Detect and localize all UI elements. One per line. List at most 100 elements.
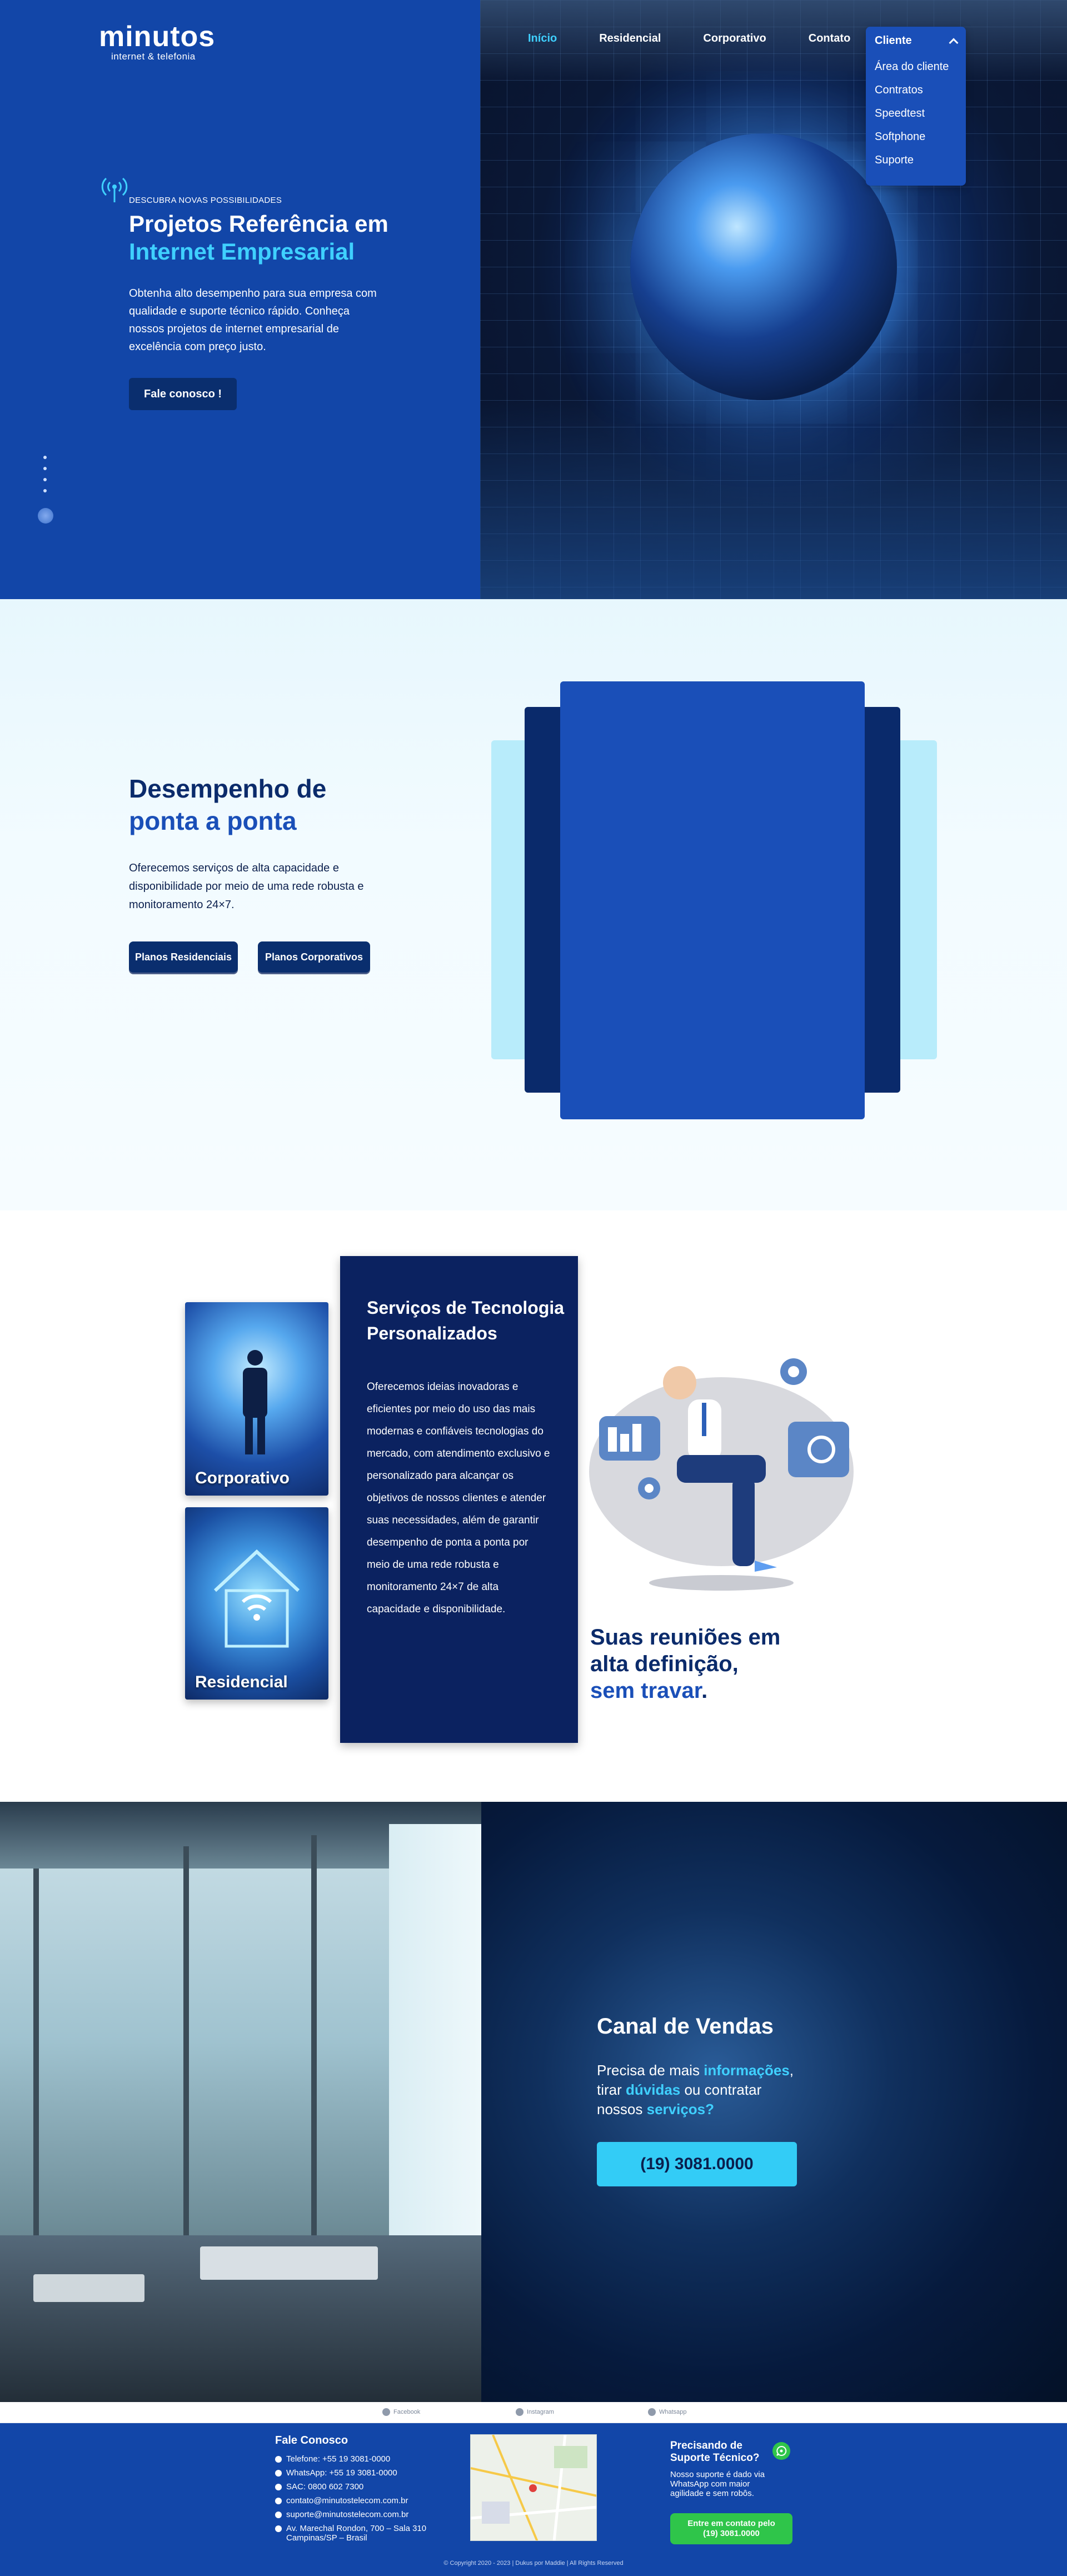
hero-text: Obtenha alto desempenho para sua empresa… <box>129 287 377 353</box>
footer-email-suporte[interactable]: suporte@minutostelecom.com.br <box>275 2510 442 2524</box>
sales-text-part: tirar <box>597 2081 626 2098</box>
support-btn-line1: Entre em contato pelo <box>687 2519 775 2528</box>
sales-text-part: ? <box>705 2101 715 2117</box>
mail-icon <box>275 2498 282 2504</box>
meetings-title-line1: Suas reuniões em <box>590 1625 781 1650</box>
footer-sac[interactable]: SAC: 0800 602 7300 <box>275 2482 442 2496</box>
footer-contact-list: Telefone: +55 19 3081-0000 WhatsApp: +55… <box>275 2454 442 2543</box>
location-pin-icon <box>275 2525 282 2532</box>
menu-item-area-do-cliente[interactable]: Área do cliente <box>875 55 957 78</box>
hero-eyebrow: DESCUBRA NOVAS POSSIBILIDADES <box>129 196 282 205</box>
footer-whatsapp-text: WhatsApp: +55 19 3081-0000 <box>286 2468 397 2478</box>
cliente-dropdown: Cliente Área do cliente Contratos Speedt… <box>866 27 966 186</box>
hero-title: Projetos Referência em Internet Empresar… <box>129 210 440 266</box>
menu-item-speedtest[interactable]: Speedtest <box>875 102 957 125</box>
support-btn-line2: (19) 3081.0000 <box>703 2529 760 2538</box>
chevron-up-icon <box>949 38 959 47</box>
card-front <box>560 681 865 1119</box>
sales-highlight-informacoes: informações <box>704 2062 790 2079</box>
sales-text-part: , <box>789 2062 794 2079</box>
support-title: Precisando de Suporte Técnico? <box>670 2440 760 2464</box>
copyright: © Copyright 2020 - 2023 | Dukus por Madd… <box>443 2560 624 2567</box>
footer-email-contato-text: contato@minutostelecom.com.br <box>286 2496 408 2505</box>
hero-title-line2: Internet Empresarial <box>129 238 355 265</box>
social-facebook[interactable]: Facebook <box>382 2408 420 2416</box>
video-meeting-illustration <box>589 1358 854 1591</box>
services-panel: Serviços de Tecnologia Personalizados Of… <box>340 1256 578 1743</box>
footer-address: Av. Marechal Rondon, 700 – Sala 310 Camp… <box>275 2524 442 2543</box>
meetings-title-line3: sem travar <box>590 1678 702 1703</box>
nav-contato[interactable]: Contato <box>809 32 851 45</box>
support-whatsapp-button[interactable]: Entre em contato pelo (19) 3081.0000 <box>670 2513 792 2544</box>
office-photo <box>0 1802 481 2402</box>
residencial-thumbnail[interactable]: Residencial <box>185 1507 328 1700</box>
cliente-dropdown-toggle[interactable]: Cliente <box>866 27 966 53</box>
residencial-label: Residencial <box>195 1673 288 1691</box>
sales-section <box>0 1802 1067 2402</box>
brand-logo[interactable]: minutos internet & telefonia <box>99 22 221 67</box>
meetings-title-line2: alta definição, <box>590 1652 739 1676</box>
footer-phone[interactable]: Telefone: +55 19 3081-0000 <box>275 2454 442 2468</box>
social-instagram-label: Instagram <box>527 2409 554 2415</box>
performance-title-line2: ponta a ponta <box>129 806 297 835</box>
menu-item-contratos[interactable]: Contratos <box>875 78 957 102</box>
social-whatsapp[interactable]: Whatsapp <box>648 2408 687 2416</box>
planos-corporativos-button[interactable]: Planos Corporativos <box>258 941 370 973</box>
footer-address-text: Av. Marechal Rondon, 700 – Sala 310 Camp… <box>286 2524 427 2543</box>
scroll-indicator-icon[interactable] <box>38 508 53 524</box>
whatsapp-icon[interactable] <box>772 2442 790 2460</box>
corporativo-thumbnail[interactable]: Corporativo <box>185 1302 328 1496</box>
cliente-label: Cliente <box>875 34 912 47</box>
signal-icon <box>101 177 128 202</box>
mail-icon <box>275 2512 282 2518</box>
fale-conosco-button[interactable]: Fale conosco ! <box>129 378 237 410</box>
whatsapp-icon <box>275 2470 282 2477</box>
sales-text-part: Precisa de mais <box>597 2062 704 2079</box>
nav-residencial[interactable]: Residencial <box>599 32 661 45</box>
social-whatsapp-label: Whatsapp <box>659 2409 687 2415</box>
services-title: Serviços de Tecnologia Personalizados <box>367 1298 565 1343</box>
whatsapp-small-icon <box>648 2408 656 2416</box>
map-graphic <box>471 2435 596 2540</box>
hero-title-line1: Projetos Referência em <box>129 211 388 237</box>
facebook-icon <box>382 2408 390 2416</box>
slider-dot[interactable] <box>43 467 47 470</box>
slider-dot[interactable] <box>43 478 47 481</box>
brand-tagline: internet & telefonia <box>111 51 196 62</box>
meetings-title: Suas reuniões em alta definição, sem tra… <box>590 1624 780 1704</box>
footer-contact-title: Fale Conosco <box>275 2434 348 2447</box>
planos-residenciais-button[interactable]: Planos Residenciais <box>129 941 238 973</box>
sales-text-part: nossos <box>597 2101 647 2117</box>
footer-email-contato[interactable]: contato@minutostelecom.com.br <box>275 2496 442 2510</box>
slider-dots <box>43 456 48 500</box>
nav-inicio[interactable]: Início <box>528 32 557 45</box>
meetings-title-dot: . <box>701 1678 708 1703</box>
location-map[interactable] <box>470 2434 597 2541</box>
nav-corporativo[interactable]: Corporativo <box>703 32 766 45</box>
hero-globe-image <box>480 0 1067 599</box>
menu-item-suporte[interactable]: Suporte <box>875 148 957 172</box>
corporativo-label: Corporativo <box>195 1469 290 1487</box>
sales-highlight-servicos: serviços <box>646 2101 706 2117</box>
sales-text-part: ou contratar <box>680 2081 762 2098</box>
performance-text: Oferecemos serviços de alta capacidade e… <box>129 862 364 911</box>
social-instagram[interactable]: Instagram <box>516 2408 554 2416</box>
footer-email-suporte-text: suporte@minutostelecom.com.br <box>286 2510 409 2519</box>
performance-title-line1: Desempenho de <box>129 774 327 803</box>
sales-phone-button[interactable]: (19) 3081.0000 <box>597 2142 797 2186</box>
footer-phone-text: Telefone: +55 19 3081-0000 <box>286 2454 391 2464</box>
menu-item-softphone[interactable]: Softphone <box>875 125 957 148</box>
performance-title: Desempenho de ponta a ponta <box>129 773 326 837</box>
sales-text: Precisa de mais informações, tirar dúvid… <box>597 2061 830 2119</box>
support-text: Nosso suporte é dado via WhatsApp com ma… <box>670 2470 765 2498</box>
social-facebook-label: Facebook <box>393 2409 421 2415</box>
slider-dot[interactable] <box>43 456 47 459</box>
footer-sac-text: SAC: 0800 602 7300 <box>286 2482 364 2492</box>
whatsapp-glyph <box>776 2445 787 2456</box>
phone-icon <box>275 2456 282 2463</box>
slider-dot[interactable] <box>43 489 47 492</box>
services-text: Oferecemos ideias inovadoras e eficiente… <box>367 1381 550 1615</box>
person-silhouette-icon <box>243 1350 267 1454</box>
sales-highlight-duvidas: dúvidas <box>626 2081 681 2098</box>
footer-whatsapp[interactable]: WhatsApp: +55 19 3081-0000 <box>275 2468 442 2482</box>
